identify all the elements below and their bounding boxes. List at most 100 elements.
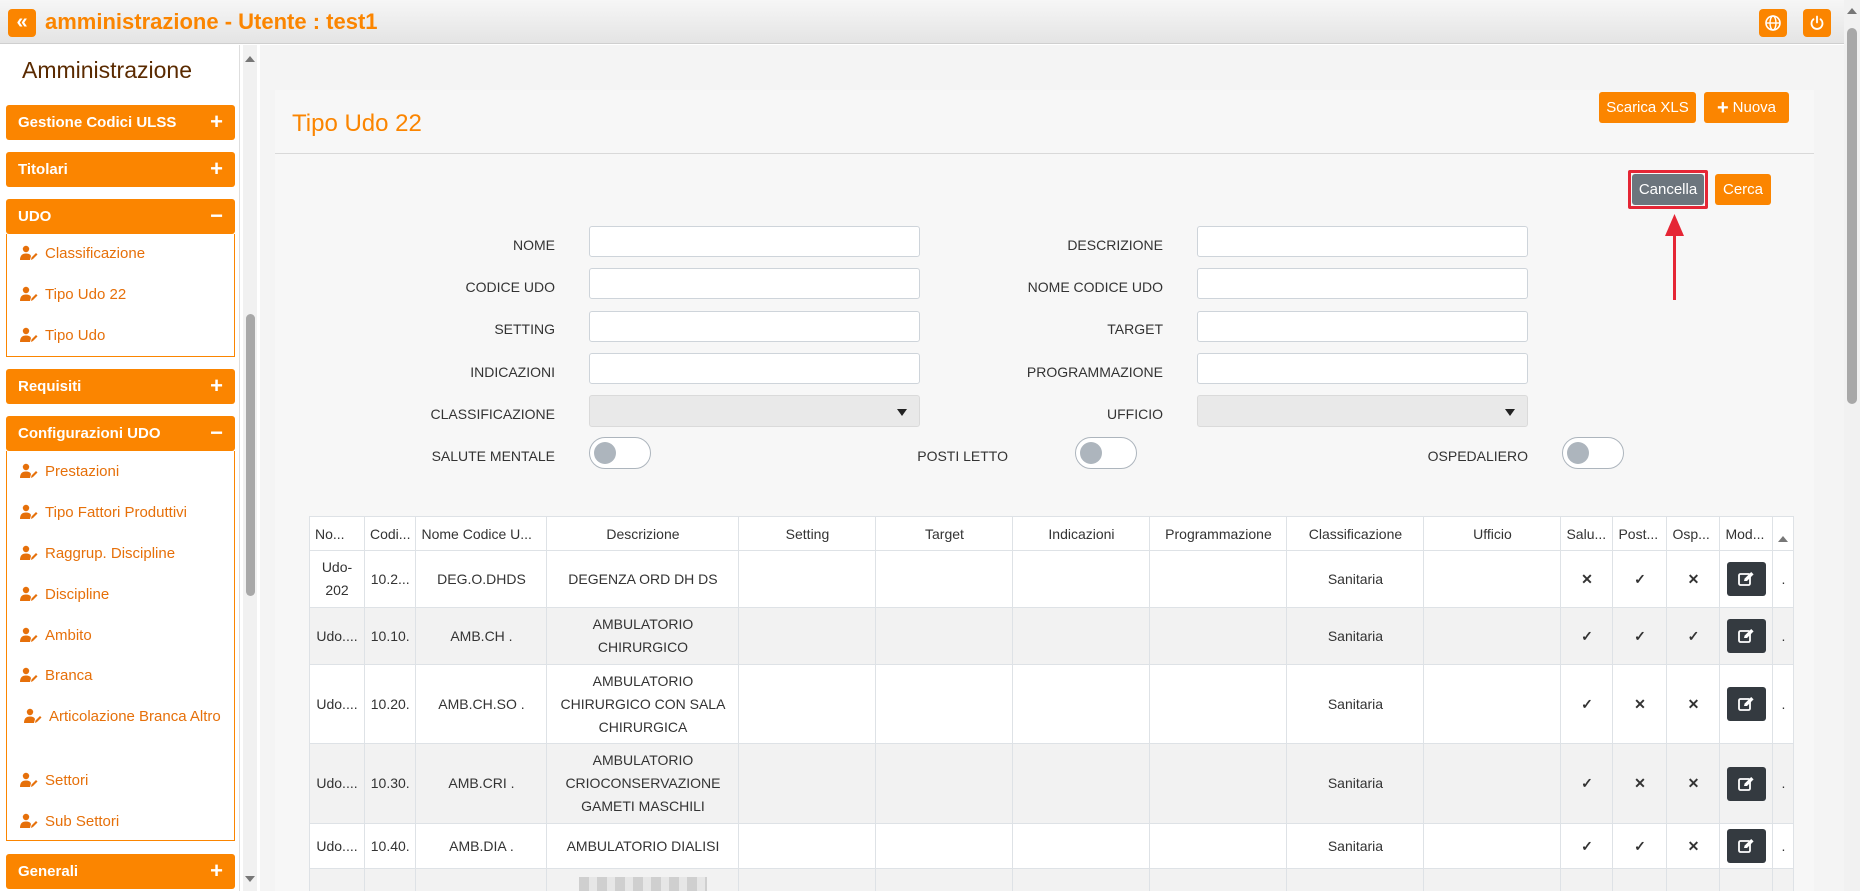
download-xls-button[interactable]: Scarica XLS: [1599, 92, 1696, 123]
search-button[interactable]: Cerca: [1715, 174, 1771, 205]
toggle-knob: [594, 442, 616, 464]
ufficio-select[interactable]: [1197, 395, 1528, 427]
collapse-icon: −: [210, 203, 223, 228]
section-requisiti[interactable]: Requisiti +: [6, 369, 235, 404]
ufficio-label: UFFICIO: [1107, 406, 1163, 422]
column-header-posti[interactable]: Post...: [1612, 516, 1668, 551]
scroll-down-arrow-icon[interactable]: [245, 876, 255, 882]
column-header-nome-codice-udo[interactable]: Nome Codice U...: [415, 516, 548, 551]
edit-icon: [1738, 839, 1754, 853]
cell-osp-cross-icon: ✕: [1666, 823, 1721, 869]
language-button[interactable]: [1759, 9, 1787, 37]
cell-salute-check-icon: ✓: [1560, 607, 1614, 665]
logout-button[interactable]: [1803, 9, 1831, 37]
cell-salute-check-icon: ✓: [1560, 823, 1614, 869]
sidebar-item-raggrup-discipline[interactable]: Raggrup. Discipline: [20, 542, 175, 568]
column-header-ufficio[interactable]: Ufficio: [1423, 516, 1562, 551]
sidebar-item-tipo-fattori-produttivi[interactable]: Tipo Fattori Produttivi: [20, 501, 187, 527]
cell-codice: 10.20.: [363, 664, 417, 744]
edit-button[interactable]: [1726, 829, 1766, 863]
column-header-target[interactable]: Target: [875, 516, 1014, 551]
plus-icon: +: [1716, 97, 1729, 119]
scroll-up-arrow-icon[interactable]: [245, 56, 255, 62]
column-header-modifica[interactable]: Mod...: [1719, 516, 1774, 551]
column-header-indicazioni[interactable]: Indicazioni: [1012, 516, 1151, 551]
salute-mentale-label: SALUTE MENTALE: [431, 448, 555, 464]
section-configurazioni-udo[interactable]: Configurazioni UDO −: [6, 416, 235, 451]
user-edit-icon: [20, 813, 38, 836]
new-button-label: Nuova: [1732, 99, 1777, 116]
setting-input[interactable]: [589, 311, 920, 342]
sidebar-item-classificazione[interactable]: Classificazione: [20, 242, 145, 268]
edit-button[interactable]: [1726, 562, 1766, 596]
posti-letto-toggle[interactable]: [1075, 437, 1137, 469]
column-header-setting[interactable]: Setting: [738, 516, 877, 551]
cell-codice: 10.40.: [363, 823, 417, 869]
classificazione-select[interactable]: [589, 395, 920, 427]
cell-trail: .: [1772, 743, 1795, 824]
table-header-row: No... Codi... Nome Codice U... Descrizio…: [309, 516, 1795, 551]
cell-empty: [1149, 868, 1288, 891]
sidebar-item-tipo-udo-22[interactable]: Tipo Udo 22: [20, 283, 126, 309]
collapse-menu-button[interactable]: «: [8, 9, 36, 37]
table-scroll-up-icon[interactable]: [1778, 535, 1789, 542]
section-udo[interactable]: UDO −: [6, 199, 235, 234]
nome-codice-udo-input[interactable]: [1197, 268, 1528, 299]
cell-indicazioni: [1012, 823, 1151, 869]
codice-udo-input[interactable]: [589, 268, 920, 299]
ospedaliero-label: OSPEDALIERO: [1427, 448, 1528, 464]
column-header-osp[interactable]: Osp...: [1666, 516, 1721, 551]
edit-button[interactable]: [1726, 687, 1766, 721]
cell-nome: Udo....: [309, 607, 365, 665]
cell-codice: 10.2...: [363, 550, 417, 608]
sidebar-item-articolazione-branca-altro[interactable]: Articolazione Branca Altro: [24, 705, 224, 731]
cell-nome-codice: AMB.DIA .: [415, 823, 548, 869]
target-input[interactable]: [1197, 311, 1528, 342]
sidebar-item-branca[interactable]: Branca: [20, 664, 93, 690]
user-edit-icon: [20, 245, 38, 268]
edit-button[interactable]: [1726, 619, 1766, 653]
programmazione-input[interactable]: [1197, 353, 1528, 384]
sidebar-scrollbar-thumb[interactable]: [246, 314, 255, 596]
edit-button[interactable]: [1726, 766, 1766, 801]
cell-modifica: [1719, 823, 1774, 869]
cell-target: [875, 550, 1014, 608]
column-header-codice[interactable]: Codi...: [363, 516, 417, 551]
sidebar-item-sub-settori[interactable]: Sub Settori: [20, 810, 119, 836]
cell-redacted: [546, 868, 740, 891]
cell-ufficio: [1423, 550, 1562, 608]
table-scroll-header: [1772, 516, 1795, 551]
sidebar-item-prestazioni[interactable]: Prestazioni: [20, 460, 119, 486]
user-edit-icon: [20, 586, 38, 609]
clear-button[interactable]: Cancella: [1632, 174, 1704, 205]
column-header-classificazione[interactable]: Classificazione: [1286, 516, 1425, 551]
salute-mentale-toggle[interactable]: [589, 437, 651, 469]
column-header-salute[interactable]: Salu...: [1560, 516, 1614, 551]
sidebar-item-settori[interactable]: Settori: [20, 769, 88, 795]
cell-classificazione: Sanitaria: [1286, 743, 1425, 824]
user-edit-icon: [20, 286, 38, 309]
sidebar-item-tipo-udo[interactable]: Tipo Udo: [20, 324, 105, 350]
section-gestione-codici-ulss[interactable]: Gestione Codici ULSS +: [6, 105, 235, 140]
page-scrollbar-thumb[interactable]: [1847, 28, 1857, 404]
indicazioni-input[interactable]: [589, 353, 920, 384]
descrizione-input[interactable]: [1197, 226, 1528, 257]
nome-input[interactable]: [589, 226, 920, 257]
cell-indicazioni: [1012, 550, 1151, 608]
sidebar-item-ambito[interactable]: Ambito: [20, 624, 92, 650]
nome-codice-udo-label: NOME CODICE UDO: [1027, 279, 1163, 295]
column-header-descrizione[interactable]: Descrizione: [546, 516, 740, 551]
cell-empty: [363, 868, 417, 891]
column-header-programmazione[interactable]: Programmazione: [1149, 516, 1288, 551]
cell-setting: [738, 823, 877, 869]
page-scroll-up-icon[interactable]: [1847, 8, 1857, 14]
section-generali[interactable]: Generali +: [6, 854, 235, 889]
new-button[interactable]: + Nuova: [1704, 92, 1789, 123]
cell-modifica: [1719, 743, 1774, 824]
section-titolari[interactable]: Titolari +: [6, 152, 235, 187]
cell-empty: [1719, 868, 1774, 891]
user-edit-icon: [20, 463, 38, 486]
column-header-nome[interactable]: No...: [309, 516, 365, 551]
ospedaliero-toggle[interactable]: [1562, 437, 1624, 469]
sidebar-item-discipline[interactable]: Discipline: [20, 583, 109, 609]
